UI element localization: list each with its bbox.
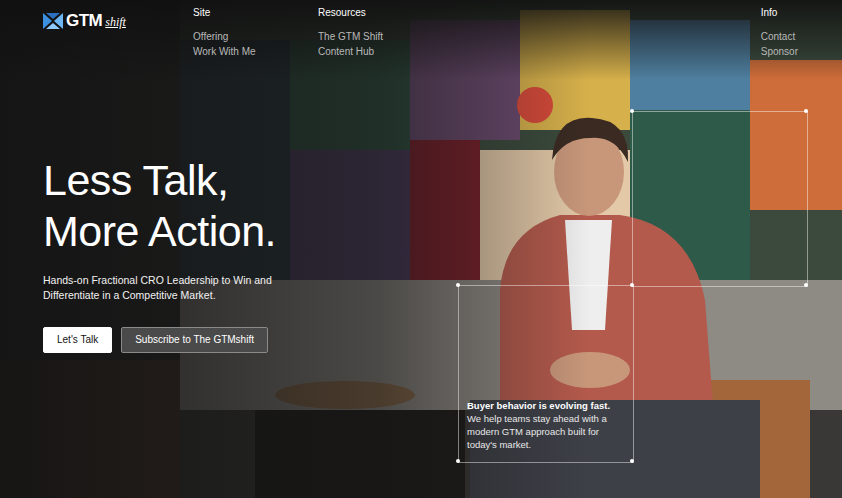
guide-dot — [456, 459, 460, 463]
nav-link[interactable]: Offering — [193, 29, 318, 44]
hero-title-line: Less Talk, — [43, 155, 842, 206]
hero-buttons: Let's Talk Subscribe to The GTMshift — [43, 327, 842, 353]
hero: Less Talk,More Action. Hands-on Fractiona… — [0, 155, 842, 353]
nav-link[interactable]: Sponsor — [761, 44, 798, 59]
nav-link[interactable]: Work With Me — [193, 44, 318, 59]
nav-link[interactable]: The GTM Shift — [318, 29, 761, 44]
nav-column: Site OfferingWork With Me — [193, 6, 318, 59]
nav-heading: Info — [761, 6, 798, 20]
hero-title-line: More Action. — [43, 206, 842, 257]
site-header: GTMshiftSiteOfferingWork With MeResource… — [0, 0, 842, 59]
subscribe-button[interactable]: Subscribe to The GTMshift — [121, 327, 268, 353]
lets-talk-button[interactable]: Let's Talk — [43, 327, 112, 353]
caption-title: Buyer behavior is evolving fast. — [467, 399, 629, 412]
page: GTMshiftSiteOfferingWork With MeResource… — [0, 0, 842, 498]
guide-dot — [630, 109, 634, 113]
caption-card: Buyer behavior is evolving fast.We help … — [467, 399, 629, 451]
nav-link[interactable]: Content Hub — [318, 44, 761, 59]
guide-dot — [804, 109, 808, 113]
guide-dot — [630, 459, 634, 463]
nav-column: Resources The GTM ShiftContent Hub — [318, 6, 761, 59]
guide-dot — [456, 283, 460, 287]
hero-title: Less Talk,More Action. — [43, 155, 842, 257]
caption-body: We help teams stay ahead with a modern G… — [467, 412, 629, 451]
nav-heading: Site — [193, 6, 318, 20]
nav-column: Info ContactSponsor — [761, 6, 798, 59]
guide-dot — [804, 283, 808, 287]
guide-dot — [630, 283, 634, 287]
logo-icon — [43, 13, 63, 29]
logo-suffix: shift — [105, 12, 126, 32]
nav-link[interactable]: Contact — [761, 29, 798, 44]
nav-heading: Resources — [318, 6, 761, 20]
logo[interactable]: GTMshift — [43, 6, 193, 32]
logo-text: GTM — [66, 11, 102, 31]
frame-guide — [632, 111, 808, 287]
hero-subtitle: Hands-on Fractional CRO Leadership to Wi… — [43, 273, 283, 303]
